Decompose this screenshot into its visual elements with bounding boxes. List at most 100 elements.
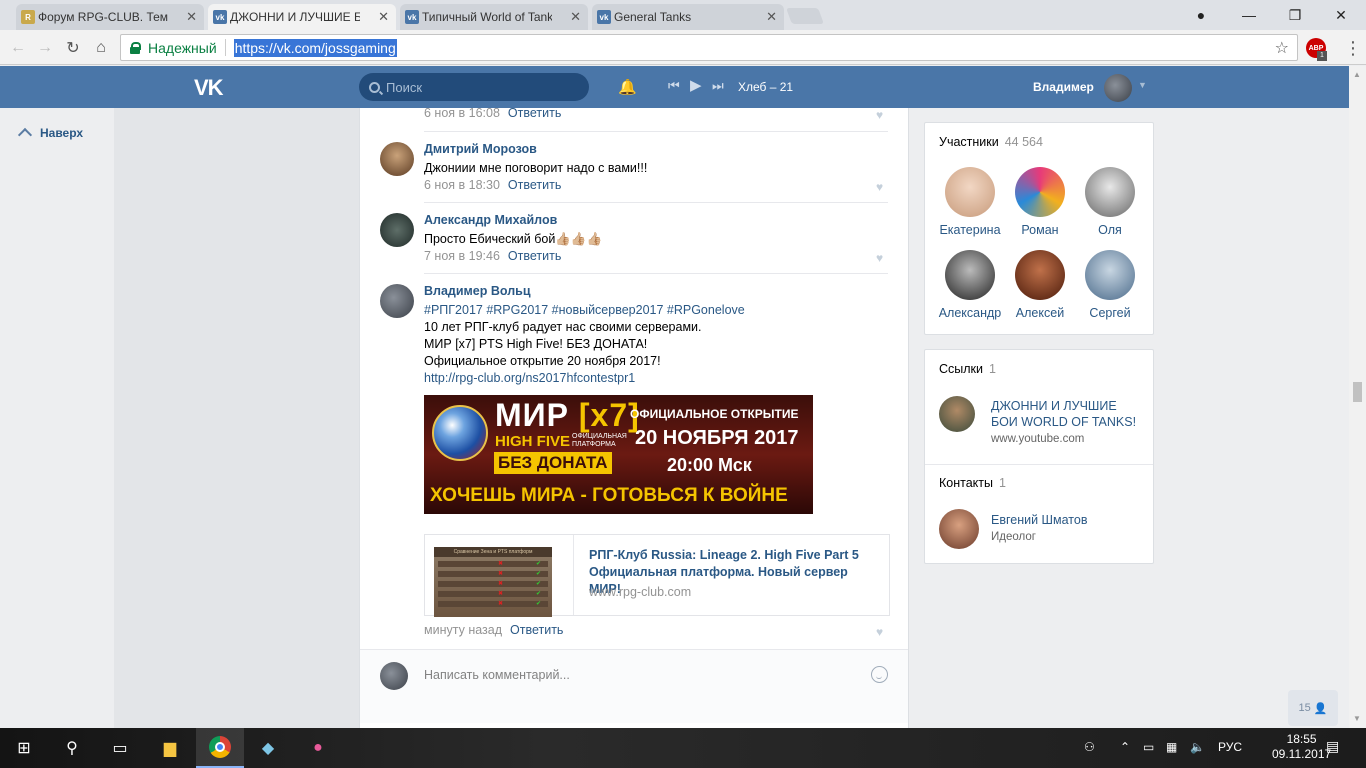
reply-link[interactable]: Ответить	[508, 106, 561, 120]
close-window-button[interactable]: ✕	[1318, 0, 1364, 30]
comment-text-line: 10 лет РПГ-клуб радует нас своими сервер…	[424, 320, 702, 334]
contact-name[interactable]: Евгений Шматов	[991, 512, 1141, 528]
browser-menu-icon[interactable]: ⋮	[1344, 38, 1362, 59]
banner-date: 20 НОЯБРЯ 2017	[635, 427, 799, 449]
new-tab-button[interactable]	[786, 8, 824, 24]
user-avatar[interactable]	[1104, 74, 1132, 102]
notifications-bell-icon[interactable]: 🔔	[618, 78, 637, 96]
scrollbar-thumb[interactable]	[1353, 382, 1362, 402]
chrome-icon[interactable]	[196, 728, 244, 768]
chats-button[interactable]: 15 👤	[1288, 690, 1338, 726]
comment-date: 6 ноя в 16:08	[424, 106, 500, 120]
close-icon[interactable]: ✕	[378, 9, 389, 25]
tab-title: Форум RPG-CLUB. Тема	[38, 10, 168, 24]
comment-item: 6 ноя в 16:08 Ответить ♥	[380, 106, 888, 128]
secure-label: Надежный	[148, 39, 217, 56]
user-name[interactable]: Владимер	[1033, 80, 1094, 94]
previous-track-icon[interactable]: ⏮	[668, 78, 680, 94]
contacts-count: 1	[999, 476, 1006, 490]
member-item[interactable]: Алексей	[1005, 250, 1075, 320]
like-heart-icon[interactable]: ♥	[876, 251, 888, 265]
tray-chevron-up-icon[interactable]: ⌃	[1120, 740, 1130, 754]
restore-button[interactable]: ❐	[1272, 0, 1318, 30]
links-header[interactable]: Ссылки 1	[939, 362, 996, 376]
members-header[interactable]: Участники 44 564	[939, 135, 1043, 149]
task-view-icon[interactable]: ▭	[96, 728, 144, 768]
url-text[interactable]: https://vk.com/jossgaming	[233, 38, 397, 57]
link-preview-card[interactable]: Сравнение Зена и PTS платформ ✖ ✔ ✖ ✔ ✖ ✔ ✖…	[424, 534, 890, 617]
reply-link[interactable]: Ответить	[508, 249, 561, 263]
contacts-header[interactable]: Контакты 1	[939, 476, 1006, 490]
like-heart-icon[interactable]: ♥	[876, 108, 888, 122]
close-icon[interactable]: ✕	[186, 9, 197, 25]
search-icon[interactable]: ⚲	[48, 728, 96, 768]
next-track-icon[interactable]: ⏭	[712, 78, 724, 94]
member-item[interactable]: Сергей	[1075, 250, 1145, 320]
play-icon[interactable]: ▶	[690, 76, 702, 94]
member-avatar	[1085, 250, 1135, 300]
tab-typical-wot[interactable]: vk Типичный World of Tank ✕	[400, 4, 588, 30]
member-item[interactable]: Екатерина	[935, 167, 1005, 237]
home-icon[interactable]: ⌂	[89, 36, 113, 60]
like-heart-icon[interactable]: ♥	[876, 625, 888, 639]
tab-general-tanks[interactable]: vk General Tanks ✕	[592, 4, 784, 30]
link-avatar[interactable]	[939, 396, 975, 432]
battery-icon[interactable]: ▭	[1143, 740, 1154, 754]
member-avatar	[1015, 167, 1065, 217]
comment-author[interactable]: Дмитрий Морозов	[424, 142, 537, 156]
scroll-down-icon[interactable]: ▼	[1353, 714, 1361, 723]
commenter-avatar[interactable]	[380, 213, 414, 247]
back-to-top-button[interactable]: Наверх	[17, 125, 83, 143]
my-avatar	[380, 662, 408, 690]
reply-link[interactable]: Ответить	[510, 623, 563, 637]
reply-link[interactable]: Ответить	[508, 178, 561, 192]
comment-date: 6 ноя в 18:30	[424, 178, 500, 192]
vk-favicon-icon: vk	[597, 10, 611, 24]
comment-link[interactable]: http://rpg-club.org/ns2017hfcontestpr1	[424, 370, 745, 387]
member-item[interactable]: Оля	[1075, 167, 1145, 237]
action-center-icon[interactable]: ▤	[1326, 738, 1339, 755]
vk-logo-icon[interactable]: VK	[194, 75, 224, 101]
app-icon[interactable]: ◆	[244, 728, 292, 768]
scroll-up-icon[interactable]: ▲	[1353, 70, 1361, 79]
volume-icon[interactable]: 🔈	[1190, 740, 1205, 754]
close-icon[interactable]: ✕	[570, 9, 581, 25]
link-title[interactable]: ДЖОННИ И ЛУЧШИЕ БОИ WORLD OF TANKS!	[991, 398, 1141, 430]
now-playing-track[interactable]: Хлеб – 21	[738, 80, 793, 94]
file-explorer-icon[interactable]: ▆	[146, 728, 194, 768]
comment-body: #РПГ2017 #RPG2017 #новыйсервер2017 #RPGo…	[424, 302, 745, 387]
promo-banner-image[interactable]: МИР [x7] HIGH FIVE ОФИЦИАЛЬНАЯ ПЛАТФОРМА…	[424, 395, 813, 514]
comment-hashtags[interactable]: #РПГ2017 #RPG2017 #новыйсервер2017 #RPGo…	[424, 302, 745, 319]
commenter-avatar[interactable]	[380, 284, 414, 318]
comment-input[interactable]: Написать комментарий...	[424, 668, 570, 682]
minimize-button[interactable]: —	[1226, 0, 1272, 30]
member-name: Оля	[1098, 223, 1122, 237]
contact-avatar[interactable]	[939, 509, 979, 549]
close-icon[interactable]: ✕	[766, 9, 777, 25]
taskbar-clock[interactable]: 18:55 09.11.2017	[1272, 732, 1331, 762]
like-heart-icon[interactable]: ♥	[876, 180, 888, 194]
search-input[interactable]: Поиск	[359, 73, 589, 101]
comment-author[interactable]: Александр Михайлов	[424, 213, 557, 227]
forward-arrow-icon[interactable]: →	[33, 36, 57, 60]
commenter-avatar[interactable]	[380, 142, 414, 176]
tab-johnny-best-battles[interactable]: vk ДЖОННИ И ЛУЧШИЕ Б ✕	[208, 4, 396, 30]
address-bar[interactable]: Надежный https://vk.com/jossgaming ☆	[120, 34, 1298, 61]
emoji-smile-icon[interactable]	[871, 666, 888, 683]
reload-icon[interactable]: ↻	[61, 36, 85, 60]
member-item[interactable]: Роман	[1005, 167, 1075, 237]
page-scrollbar[interactable]: ▲ ▼	[1349, 66, 1366, 728]
tab-rpg-club-forum[interactable]: R Форум RPG-CLUB. Тема ✕	[16, 4, 204, 30]
profile-icon[interactable]: ●	[1178, 0, 1224, 30]
input-language[interactable]: РУС	[1218, 740, 1242, 754]
back-arrow-icon[interactable]: ←	[6, 36, 30, 60]
member-item[interactable]: Александр	[935, 250, 1005, 320]
comment-author[interactable]: Владимер Вольц	[424, 284, 531, 298]
people-icon[interactable]: ⚇	[1084, 740, 1095, 754]
chevron-down-icon[interactable]: ▼	[1138, 80, 1147, 90]
network-icon[interactable]: ▦	[1166, 740, 1177, 754]
comment-meta: 7 ноя в 19:46 Ответить	[424, 249, 561, 263]
windows-start-icon[interactable]: ⊞	[0, 728, 48, 768]
paint-icon[interactable]: ●	[294, 728, 342, 768]
bookmark-star-icon[interactable]: ☆	[1275, 38, 1289, 58]
